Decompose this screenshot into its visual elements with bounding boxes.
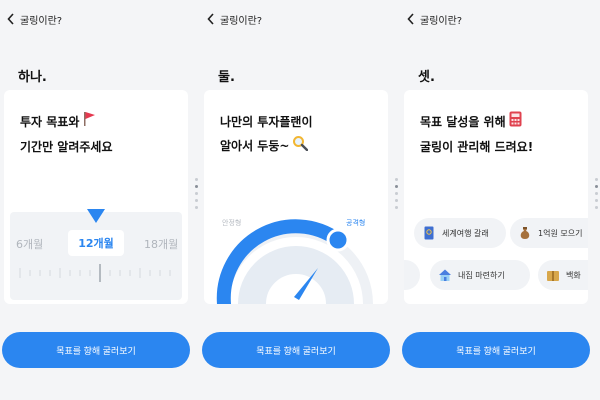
page-title: 굴링이란?: [220, 15, 263, 27]
step-label: 하나.: [18, 70, 47, 85]
top-bar: 굴링이란?: [204, 8, 396, 30]
start-button[interactable]: 목표를 향해 굴러보기: [2, 332, 190, 368]
flag-icon: [82, 111, 96, 135]
chevron-left-icon: [407, 13, 414, 25]
house-icon: [438, 268, 452, 282]
page-title: 굴링이란?: [420, 15, 463, 27]
info-card: 목표 달성을 위해 굴링이 관리해 드려요! 세계여행 갈래 1억원 모으기 내…: [404, 90, 588, 304]
back-button[interactable]: [4, 11, 18, 27]
card-title-line2: 알아서 두둥~: [220, 139, 290, 153]
start-button[interactable]: 목표를 향해 굴러보기: [402, 332, 590, 368]
top-bar: 굴링이란?: [4, 8, 196, 30]
goal-chip-house[interactable]: 내집 마련하기: [430, 260, 530, 290]
info-card: 투자 목표와 기간만 알려주세요 6개월 12개월 18개월: [4, 90, 188, 304]
period-option[interactable]: 6개월: [16, 236, 43, 252]
page-indicator: [595, 178, 600, 209]
period-option[interactable]: 18개월: [144, 236, 178, 252]
money-bag-icon: [518, 226, 532, 240]
period-option-selected[interactable]: 12개월: [68, 230, 124, 256]
card-title-line1: 목표 달성을 위해: [420, 115, 506, 129]
screen-step-2: 굴링이란? 둘. 나만의 투자플랜이 알아서 두둥~ 안정형 공격형 목표를 향…: [200, 0, 400, 400]
goal-chip-label: 백화: [566, 270, 581, 280]
page-indicator: [400, 178, 402, 209]
step-label: 셋.: [418, 70, 435, 85]
info-card: 나만의 투자플랜이 알아서 두둥~ 안정형 공격형: [204, 90, 388, 304]
screen-step-1: 굴링이란? 하나. 투자 목표와 기간만 알려주세요 6개월 12개월 18개월…: [0, 0, 200, 400]
start-button[interactable]: 목표를 향해 굴러보기: [202, 332, 390, 368]
chevron-left-icon: [7, 13, 14, 25]
card-title-line2: 굴링이 관리해 드려요!: [420, 139, 534, 154]
step-label: 둘.: [218, 70, 235, 85]
card-title: 투자 목표와 기간만 알려주세요: [20, 110, 113, 159]
magnifier-icon: [292, 135, 309, 159]
chevron-left-icon: [207, 13, 214, 25]
card-title-line1: 나만의 투자플랜이: [220, 115, 313, 129]
card-title-line2: 기간만 알려주세요: [20, 139, 113, 154]
page-title: 굴링이란?: [20, 15, 63, 27]
risk-gauge: [216, 219, 373, 304]
goal-chip-label: 세계여행 갈래: [442, 228, 489, 238]
card-title: 목표 달성을 위해 굴링이 관리해 드려요!: [420, 110, 533, 159]
card-title-line1: 투자 목표와: [20, 115, 80, 129]
goal-chip-partial[interactable]: [404, 260, 420, 290]
screen-step-3: 굴링이란? 셋. 목표 달성을 위해 굴링이 관리해 드려요! 세계여행 갈래 …: [400, 0, 600, 400]
calculator-icon: [509, 111, 522, 135]
goal-chip-label: 내집 마련하기: [458, 270, 505, 280]
goal-chip-travel[interactable]: 세계여행 갈래: [414, 218, 506, 248]
back-button[interactable]: [404, 11, 418, 27]
goal-chip-savings[interactable]: 1억원 모으기: [510, 218, 588, 248]
back-button[interactable]: [204, 11, 218, 27]
top-bar: 굴링이란?: [404, 8, 596, 30]
gift-icon: [546, 268, 560, 282]
picker-marker-icon: [87, 209, 105, 223]
passport-icon: [422, 226, 436, 240]
period-ruler[interactable]: [18, 262, 178, 292]
goal-chip-label: 1억원 모으기: [538, 228, 583, 238]
goal-chip-department[interactable]: 백화: [538, 260, 588, 290]
card-title: 나만의 투자플랜이 알아서 두둥~: [220, 110, 313, 159]
